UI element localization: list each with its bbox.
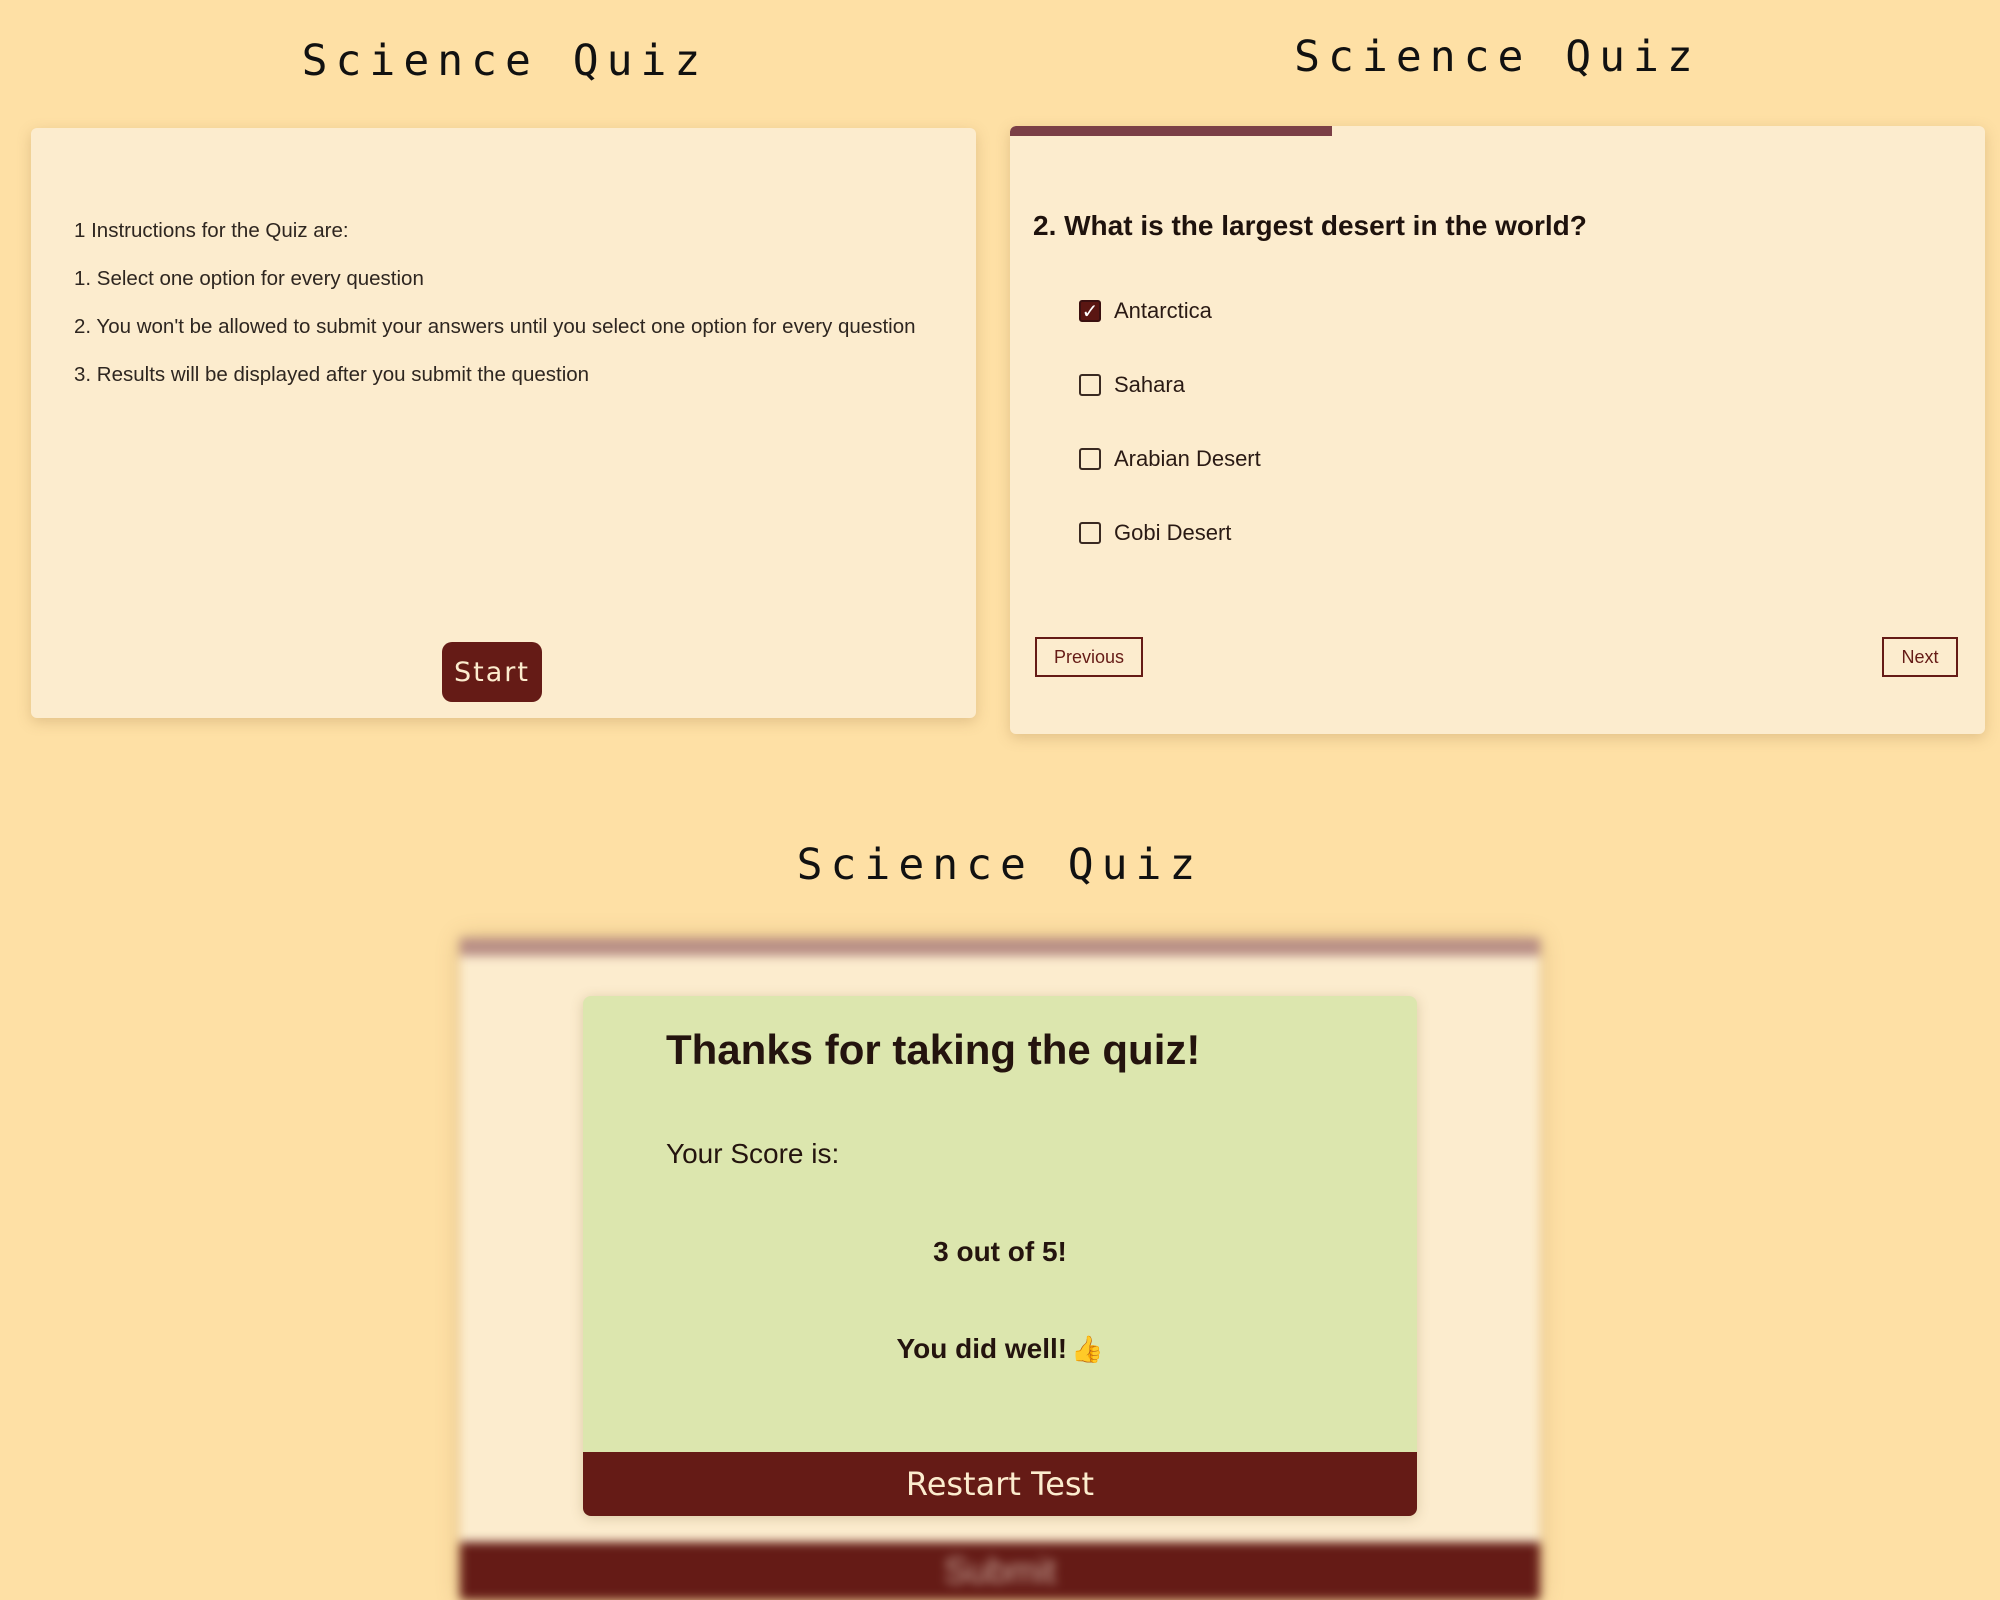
- option-label: Arabian Desert: [1114, 446, 1261, 471]
- score-value: 3 out of 5!: [933, 1236, 1067, 1267]
- result-heading: Thanks for taking the quiz!: [666, 1026, 1201, 1073]
- progress-bar: [1010, 126, 1985, 136]
- score-message: You did well! 👍: [583, 1333, 1417, 1365]
- instructions-card: 1 Instructions for the Quiz are: 1. Sele…: [31, 128, 976, 718]
- option-checkbox[interactable]: ✓: [1079, 300, 1101, 323]
- option-label: Sahara: [1114, 372, 1185, 397]
- question-card: 2. What is the largest desert in the wor…: [1010, 126, 1985, 734]
- option-antarctica[interactable]: ✓ Antarctica: [1079, 296, 1212, 326]
- score-message-text: You did well!: [896, 1333, 1068, 1364]
- option-sahara[interactable]: Sahara: [1079, 370, 1185, 400]
- progress-bar-fill: [1010, 126, 1332, 136]
- background-progress-bar: [460, 938, 1540, 956]
- result-modal: Thanks for taking the quiz! Your Score i…: [583, 996, 1417, 1516]
- start-button[interactable]: Start: [442, 642, 542, 702]
- next-button[interactable]: Next: [1882, 637, 1958, 677]
- page-title: Science Quiz: [796, 840, 1204, 890]
- option-gobi-desert[interactable]: Gobi Desert: [1079, 518, 1231, 548]
- instructions-list: 1 Instructions for the Quiz are: 1. Sele…: [74, 218, 924, 410]
- score-label: Your Score is:: [666, 1138, 840, 1169]
- option-arabian-desert[interactable]: Arabian Desert: [1079, 444, 1261, 474]
- option-label: Antarctica: [1114, 298, 1212, 323]
- option-checkbox[interactable]: [1079, 374, 1101, 396]
- background-submit-button: Submit: [460, 1542, 1540, 1600]
- page-title: Science Quiz: [1294, 32, 1701, 82]
- thumbs-up-icon: 👍: [1071, 1334, 1104, 1364]
- question-text: 2. What is the largest desert in the wor…: [1033, 210, 1587, 241]
- option-checkbox[interactable]: [1079, 448, 1101, 470]
- instruction-item: 1. Select one option for every question: [74, 267, 424, 290]
- restart-test-button[interactable]: Restart Test: [583, 1452, 1417, 1516]
- instruction-item: 2. You won't be allowed to submit your a…: [74, 315, 916, 338]
- instructions-heading: 1 Instructions for the Quiz are:: [74, 219, 349, 242]
- option-checkbox[interactable]: [1079, 522, 1101, 544]
- previous-button[interactable]: Previous: [1035, 637, 1143, 677]
- instruction-item: 3. Results will be displayed after you s…: [74, 363, 590, 386]
- page-title: Science Quiz: [301, 36, 709, 86]
- option-label: Gobi Desert: [1114, 520, 1232, 545]
